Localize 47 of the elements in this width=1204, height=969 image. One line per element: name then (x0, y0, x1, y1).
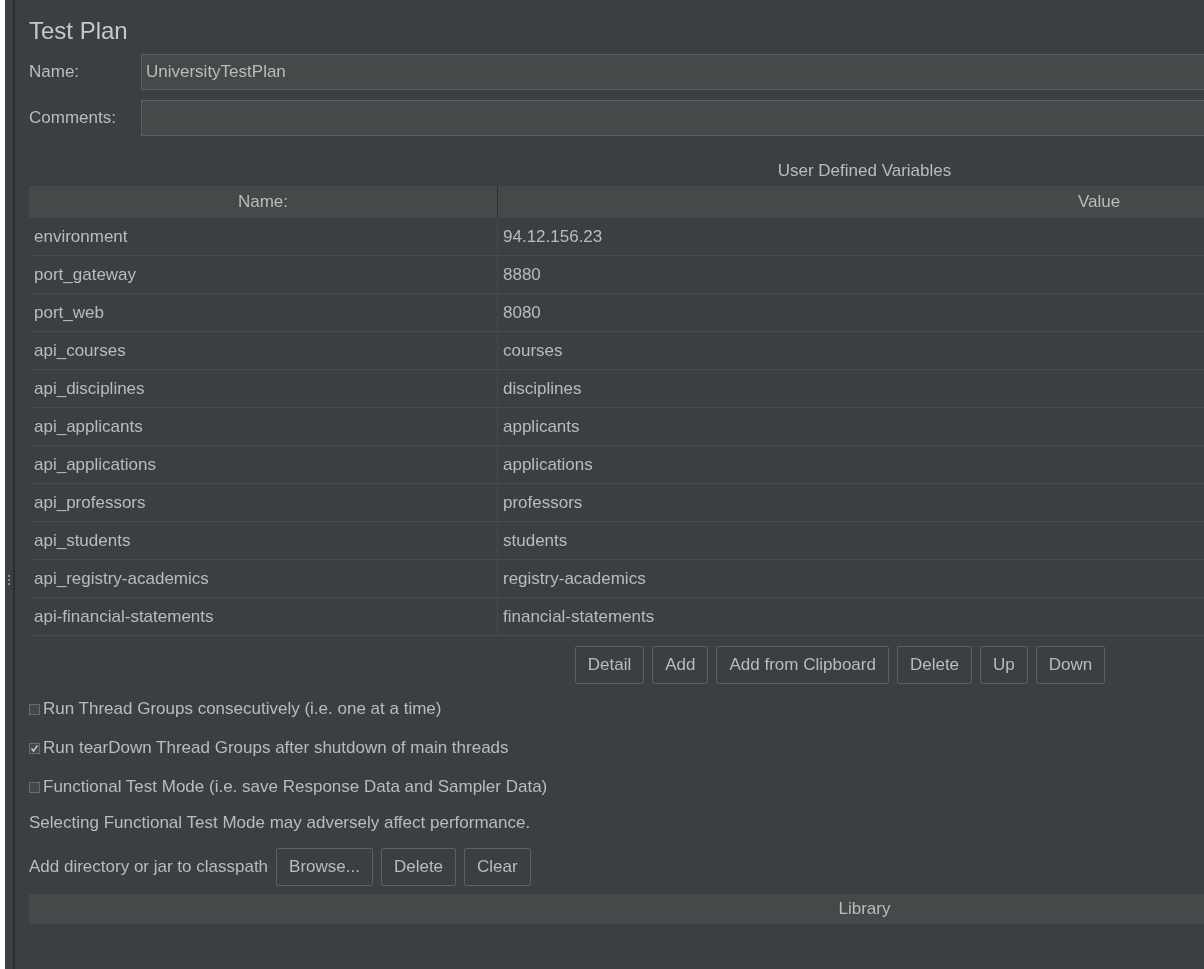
table-title: User Defined Variables (776, 160, 953, 182)
checkbox[interactable] (29, 703, 40, 715)
checkbox[interactable] (29, 781, 40, 793)
table-cell: api_courses (29, 332, 498, 369)
table-cell: environment (29, 218, 498, 255)
button[interactable]: Add from Clipboard (716, 646, 889, 684)
table-cell-text: 8080 (502, 302, 542, 324)
table-cell: api_professors (29, 484, 498, 521)
table-cell-text: registry-academics (502, 568, 647, 590)
table-cell-text: courses (502, 340, 564, 362)
button[interactable]: Detail (574, 646, 645, 684)
button[interactable]: Delete (896, 646, 973, 684)
note-text: Selecting Functional Test Mode may adversely affect performance. (29, 812, 531, 834)
checkbox-label: Run Thread Groups consecutively (i.e. one at a time) (43, 698, 442, 721)
table-cell-text: disciplines (502, 378, 583, 400)
table-cell: api_students (29, 522, 498, 559)
classpath-label: Add directory or jar to classpath (29, 856, 269, 879)
table-cell-text: students (502, 530, 569, 552)
table-cell: api_applicants (29, 408, 498, 445)
table-cell: api_applications (29, 446, 498, 483)
button[interactable]: Down (1035, 646, 1106, 684)
field-label: Comments: (29, 107, 117, 130)
button[interactable]: Add (652, 646, 709, 684)
table-cell: port_gateway (29, 256, 498, 293)
table-cell: port_web (29, 294, 498, 331)
field-label: Name: (29, 61, 81, 84)
text-field[interactable]: UniversityTestPlan (141, 54, 1204, 90)
button[interactable]: Up (980, 646, 1028, 684)
table-cell: api_registry-academics (29, 560, 498, 597)
table-cell-text: financial-statements (502, 606, 656, 628)
column-header: Name: (29, 186, 498, 218)
table-cell-text: applications (502, 454, 594, 476)
panel-title: Test Plan (29, 16, 129, 46)
checkbox[interactable] (29, 742, 40, 754)
table-cell: api_disciplines (29, 370, 498, 407)
checkbox-label: Functional Test Mode (i.e. save Response Data and Sampler Data) (43, 776, 548, 799)
table-cell: api-financial-statements (29, 598, 498, 635)
column-header: Library (837, 898, 892, 920)
table-cell-text: 8880 (502, 264, 542, 286)
button[interactable]: Browse... (276, 848, 373, 886)
button[interactable]: Clear (464, 848, 531, 886)
button[interactable]: Delete (380, 848, 457, 886)
table-cell-text: applicants (502, 416, 581, 438)
column-header: Value (1076, 191, 1122, 213)
table-cell-text: professors (502, 492, 584, 514)
table-cell-text: 94.12.156.23 (502, 226, 604, 248)
checkbox-label: Run tearDown Thread Groups after shutdown of main threads (43, 737, 509, 760)
